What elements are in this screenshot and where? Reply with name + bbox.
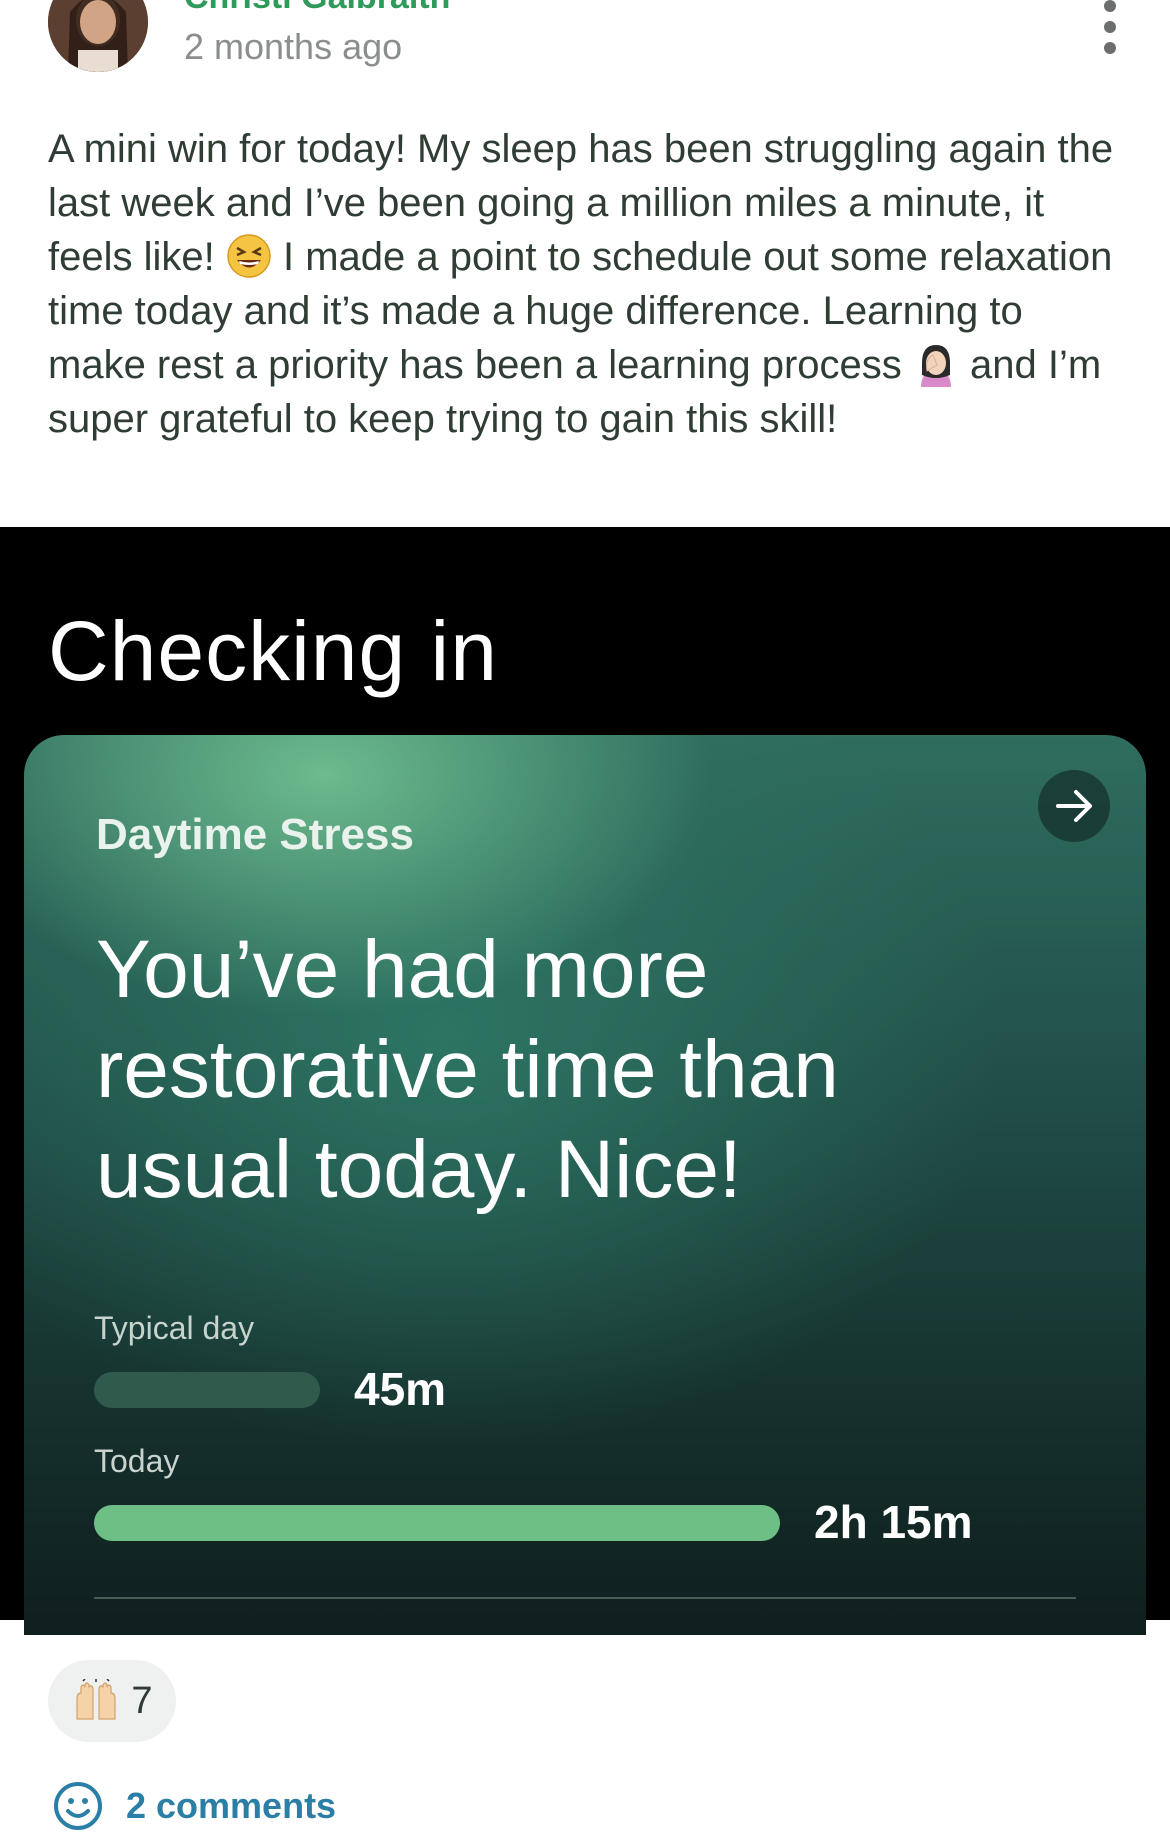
avatar[interactable] xyxy=(48,0,148,72)
today-value: 2h 15m xyxy=(814,1496,973,1548)
card-label: Daytime Stress xyxy=(96,810,414,859)
post-body: A mini win for today! My sleep has been … xyxy=(48,122,1128,446)
reaction-button[interactable]: 7 xyxy=(48,1660,176,1742)
reaction-count: 7 xyxy=(131,1679,153,1722)
more-options-icon[interactable] xyxy=(1092,0,1128,54)
grinning-squinting-face-icon xyxy=(227,234,271,278)
post-timestamp: 2 months ago xyxy=(184,26,403,67)
comments-count[interactable]: 2 comments xyxy=(126,1785,336,1827)
face-palm-icon xyxy=(920,345,951,387)
today-bar xyxy=(94,1505,780,1541)
avatar-image xyxy=(48,0,148,72)
today-label: Today xyxy=(94,1443,180,1479)
arrow-right-icon[interactable] xyxy=(1038,770,1110,842)
comments-link[interactable]: 2 comments xyxy=(52,1780,336,1832)
typical-day-value: 45m xyxy=(354,1363,447,1415)
author-name[interactable]: Christi Galbraith xyxy=(184,0,450,17)
card-divider xyxy=(94,1597,1076,1599)
raising-hands-icon xyxy=(76,1679,117,1720)
typical-day-bar xyxy=(94,1372,320,1408)
smiley-face-icon xyxy=(54,1782,102,1830)
image-title: Checking in xyxy=(48,604,498,698)
typical-day-label: Typical day xyxy=(94,1310,255,1346)
card-headline: You’ve had more restorative time than us… xyxy=(96,924,839,1215)
